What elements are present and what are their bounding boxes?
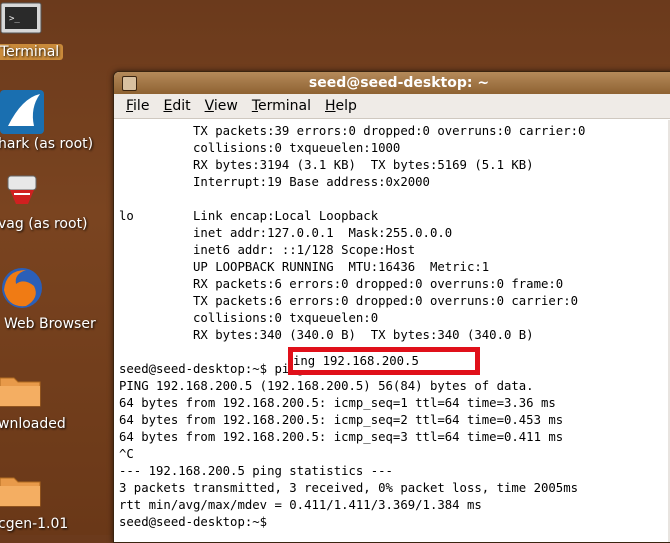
terminal-line: TX packets:39 errors:0 dropped:0 overrun… xyxy=(119,124,586,138)
terminal-line: RX packets:6 errors:0 dropped:0 overruns… xyxy=(119,277,564,291)
highlighted-command: ing 192.168.200.5 xyxy=(293,352,475,370)
terminal-output[interactable]: TX packets:39 errors:0 dropped:0 overrun… xyxy=(114,120,670,542)
terminal-line: TX packets:6 errors:0 dropped:0 overruns… xyxy=(119,294,579,308)
terminal-line: RX bytes:3194 (3.1 KB) TX bytes:5169 (5.… xyxy=(119,158,534,172)
window-menu-icon[interactable] xyxy=(122,76,137,91)
terminal-line: rtt min/avg/max/mdev = 0.411/1.411/3.369… xyxy=(119,498,482,512)
terminal-line: 64 bytes from 192.168.200.5: icmp_seq=3 … xyxy=(119,430,564,444)
terminal-line: inet6 addr: ::1/128 Scope:Host xyxy=(119,243,416,257)
terminal-line: UP LOOPBACK RUNNING MTU:16436 Metric:1 xyxy=(119,260,490,274)
network-tool-icon xyxy=(7,175,37,204)
firefox-icon xyxy=(2,268,42,308)
shark-fin-icon xyxy=(0,90,44,134)
window-title: seed@seed-desktop: ~ xyxy=(308,75,490,91)
desktop-icon-label: Terminal xyxy=(0,44,64,60)
terminal-line: RX bytes:340 (340.0 B) TX bytes:340 (340… xyxy=(119,328,534,342)
terminal-line: inet addr:127.0.0.1 Mask:255.0.0.0 xyxy=(119,226,453,240)
desktop-icon-label: Web Browser xyxy=(4,316,96,332)
menu-bar: File Edit View Terminal Help xyxy=(114,94,670,119)
terminal-line: Interrupt:19 Base address:0x2000 xyxy=(119,175,430,189)
terminal-line: collisions:0 txqueuelen:0 xyxy=(119,311,379,325)
menu-file[interactable]: File xyxy=(126,98,149,114)
terminal-line: 3 packets transmitted, 3 received, 0% pa… xyxy=(119,481,579,495)
menu-edit[interactable]: Edit xyxy=(163,98,190,114)
svg-text:>_: >_ xyxy=(9,14,20,24)
desktop-icon-label: hark (as root) xyxy=(0,136,94,152)
terminal-line: ^C xyxy=(119,447,134,461)
terminal-line: PING 192.168.200.5 (192.168.200.5) 56(84… xyxy=(119,379,534,393)
terminal-line: --- 192.168.200.5 ping statistics --- xyxy=(119,464,393,478)
folder-icon xyxy=(0,477,41,507)
terminal-text: TX packets:39 errors:0 dropped:0 overrun… xyxy=(114,120,670,531)
window-titlebar[interactable]: seed@seed-desktop: ~ xyxy=(114,72,670,94)
terminal-line: 64 bytes from 192.168.200.5: icmp_seq=2 … xyxy=(119,413,564,427)
terminal-line: 64 bytes from 192.168.200.5: icmp_seq=1 … xyxy=(119,396,556,410)
folder-icon xyxy=(0,377,41,407)
menu-view[interactable]: View xyxy=(205,98,238,114)
terminal-line: lo Link encap:Local Loopback xyxy=(119,209,379,223)
menu-terminal[interactable]: Terminal xyxy=(252,98,311,114)
desktop-icon-label: vag (as root) xyxy=(0,216,88,232)
menu-help[interactable]: Help xyxy=(325,98,357,114)
terminal-window[interactable]: seed@seed-desktop: ~ File Edit View Term… xyxy=(113,71,670,543)
desktop-icon-label: cgen-1.01 xyxy=(0,516,69,532)
desktop-icon-label: wnloaded xyxy=(0,416,66,432)
terminal-line: collisions:0 txqueuelen:1000 xyxy=(119,141,401,155)
terminal-line: seed@seed-desktop:~$ xyxy=(119,515,268,529)
terminal-icon: >_ xyxy=(0,2,42,34)
